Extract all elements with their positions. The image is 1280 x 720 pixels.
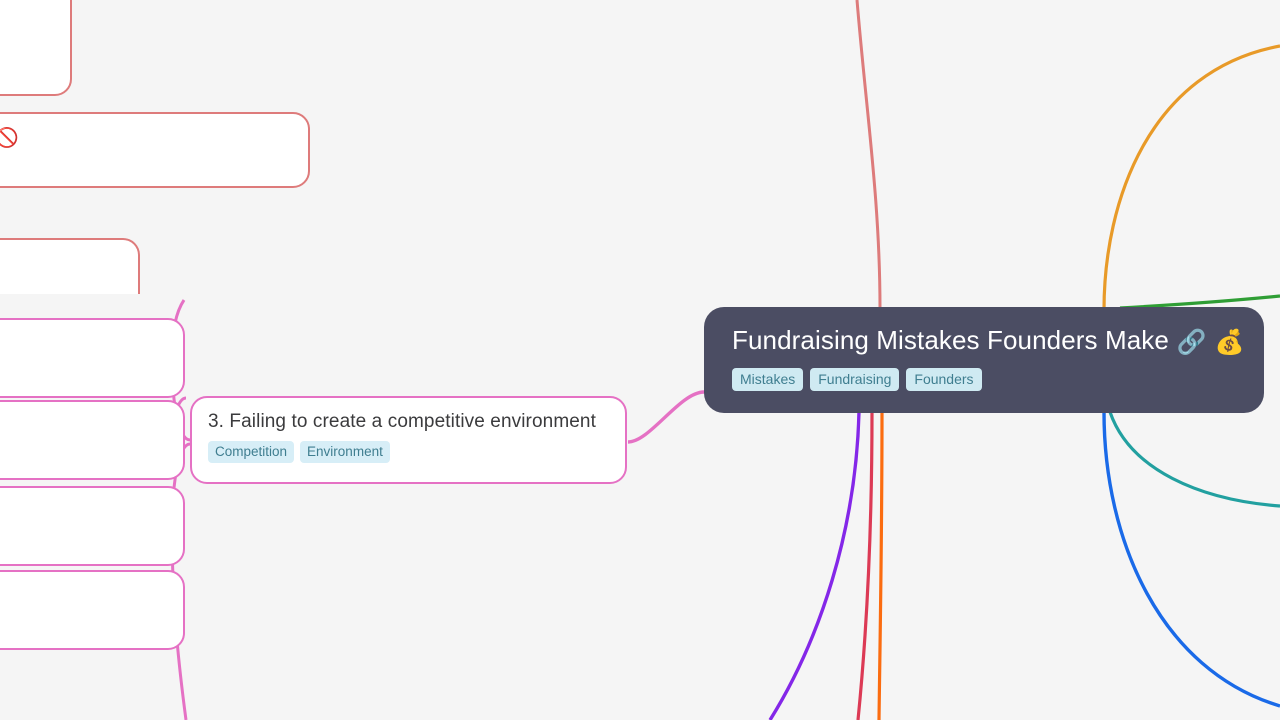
node-title: 🏆: [0, 26, 54, 51]
money-bag-icon: 💰: [1214, 329, 1245, 356]
node-label: 3. Failing to create a competitive envir…: [208, 411, 596, 432]
node-tag-row: ionStrategy: [0, 445, 167, 467]
mindmap-node-failing-competitive-environment[interactable]: 3. Failing to create a competitive envir…: [190, 396, 627, 484]
root-title: Fundraising Mistakes Founders Make 🔗 💰: [732, 323, 1245, 360]
edge-orange-down: [877, 411, 884, 720]
node-title: Avoid unnecessary tricks🚫: [0, 126, 292, 151]
edge-purple-down: [768, 411, 861, 720]
node-title: 3. Failing to create a competitive envir…: [208, 410, 609, 434]
node-tag-row: Competition Environment: [208, 441, 609, 463]
node-tag[interactable]: Environment: [300, 441, 390, 463]
edge-teal-down: [1108, 411, 1280, 508]
mindmap-node-first-offer-a[interactable]: ting the first offer rtOpportunity: [0, 318, 185, 398]
node-tag-row: AuthenticityTransparency: [0, 158, 292, 180]
root-tag[interactable]: Mistakes: [732, 368, 804, 391]
node-tag[interactable]: Competition: [208, 441, 295, 463]
mindmap-canvas[interactable]: 🏆 Avoid unnecessary tricks🚫 Authenticity…: [0, 0, 1280, 720]
root-tag[interactable]: Fundraising: [810, 368, 900, 391]
node-title: ging the first offer: [0, 414, 167, 438]
prohibited-icon: 🚫: [0, 128, 19, 149]
node-title: itive environment: [0, 584, 167, 608]
node-tag-row: rtOpportunity: [0, 363, 167, 385]
mindmap-node-environment-trophy[interactable]: environment🏆: [0, 238, 140, 294]
edge-salmon-up: [855, 0, 882, 309]
root-tag-row: Mistakes Fundraising Founders: [732, 368, 1238, 391]
edge-pink-left: [627, 390, 705, 444]
node-tag-row: nestyTransparency: [0, 531, 167, 553]
mindmap-root-node[interactable]: Fundraising Mistakes Founders Make 🔗 💰 Mis…: [704, 307, 1264, 413]
edge-crimson-down: [856, 411, 874, 720]
edge-blue-down: [1102, 411, 1280, 708]
root-tag[interactable]: Founders: [906, 368, 982, 391]
edge-orange-up: [1102, 44, 1280, 311]
node-title: ware of tactics: [0, 500, 167, 524]
mindmap-node-avoid-tricks[interactable]: Avoid unnecessary tricks🚫 AuthenticityTr…: [0, 112, 310, 188]
mindmap-node-first-offer-b[interactable]: ging the first offer ionStrategy: [0, 400, 185, 480]
link-icon: 🔗: [1176, 329, 1207, 356]
node-title: ting the first offer: [0, 332, 167, 356]
mindmap-node-competitive-environment-clipped[interactable]: itive environment: [0, 570, 185, 650]
root-label: Fundraising Mistakes Founders Make: [732, 325, 1169, 355]
node-title: environment🏆: [0, 252, 122, 277]
mindmap-node-trophy-top[interactable]: 🏆: [0, 0, 72, 96]
mindmap-node-aware-of-tactics[interactable]: ware of tactics nestyTransparency: [0, 486, 185, 566]
